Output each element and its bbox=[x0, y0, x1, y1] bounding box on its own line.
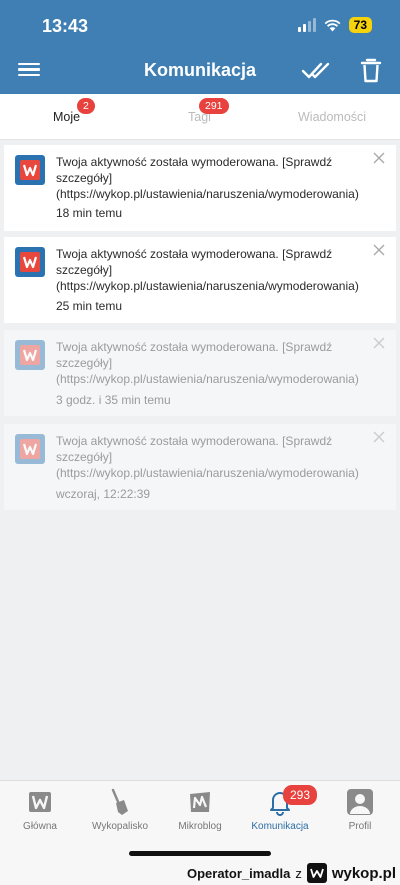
close-icon[interactable] bbox=[372, 336, 386, 350]
watermark-separator: z bbox=[295, 865, 302, 881]
nav-glowna[interactable]: Główna bbox=[0, 787, 80, 832]
notification-item[interactable]: Twoja aktywność została wymoderowana. [S… bbox=[4, 330, 396, 416]
page-title: Komunikacja bbox=[143, 60, 257, 80]
close-icon[interactable] bbox=[372, 243, 386, 257]
nav-label: Profil bbox=[348, 821, 372, 832]
trash-icon[interactable] bbox=[358, 56, 384, 84]
wykop-logo-icon bbox=[29, 792, 51, 812]
notification-item[interactable]: Twoja aktywność została wymoderowana. [S… bbox=[4, 424, 396, 510]
notification-item[interactable]: Twoja aktywność została wymoderowana. [S… bbox=[4, 237, 396, 323]
wykop-logo-icon bbox=[15, 155, 45, 185]
top-bar: 13:43 73 Komunikacja bbox=[0, 0, 400, 94]
home-indicator bbox=[129, 851, 271, 856]
close-icon[interactable] bbox=[372, 430, 386, 444]
tab-moje-badge: 2 bbox=[77, 98, 95, 114]
wifi-icon bbox=[324, 19, 341, 31]
signal-icon bbox=[297, 18, 316, 32]
battery-indicator: 73 bbox=[348, 17, 372, 33]
wykop-logo-icon bbox=[306, 863, 327, 883]
notification-time: wczoraj, 12:22:39 bbox=[56, 487, 151, 501]
profile-icon bbox=[347, 789, 373, 815]
wykop-logo-icon bbox=[15, 247, 45, 277]
notification-time: 3 godz. i 35 min temu bbox=[56, 393, 171, 407]
status-time: 13:43 bbox=[42, 16, 89, 36]
wykop-logo-icon bbox=[15, 434, 45, 464]
nav-komunikacja-badge: 293 bbox=[283, 785, 318, 805]
watermark: Operator_imadla z wykop.pl bbox=[187, 863, 396, 883]
wykop-logo-icon bbox=[15, 340, 45, 370]
watermark-brand: wykop.pl bbox=[331, 864, 396, 882]
notification-text: Twoja aktywność została wymoderowana. [S… bbox=[56, 247, 359, 293]
notification-text: Twoja aktywność została wymoderowana. [S… bbox=[56, 155, 359, 201]
notification-text: Twoja aktywność została wymoderowana. [S… bbox=[56, 340, 359, 386]
notification-time: 18 min temu bbox=[56, 206, 123, 220]
status-icons: 73 bbox=[297, 17, 372, 33]
notification-text: Twoja aktywność została wymoderowana. [S… bbox=[56, 434, 359, 480]
nav-wykopalisko[interactable]: Wykopalisko bbox=[80, 787, 160, 832]
nav-label: Komunikacja bbox=[251, 821, 309, 832]
tab-label: Moje bbox=[53, 110, 81, 124]
tab-moje[interactable]: Moje bbox=[53, 110, 80, 124]
nav-label: Główna bbox=[23, 821, 57, 832]
tab-label: Wiadomości bbox=[298, 110, 367, 124]
close-icon[interactable] bbox=[372, 151, 386, 165]
notification-item[interactable]: Twoja aktywność została wymoderowana. [S… bbox=[4, 145, 396, 231]
nav-label: Wykopalisko bbox=[91, 821, 149, 832]
watermark-user: Operator_imadla bbox=[186, 865, 291, 881]
tab-wiadomosci[interactable]: Wiadomości bbox=[298, 110, 366, 124]
mark-all-read-icon[interactable] bbox=[300, 58, 332, 82]
tab-tagi-badge: 291 bbox=[199, 98, 229, 114]
nav-label: Mikroblog bbox=[178, 821, 222, 832]
nav-mikroblog[interactable]: Mikroblog bbox=[160, 787, 240, 832]
mikroblog-icon bbox=[190, 792, 210, 812]
shovel-icon bbox=[111, 788, 128, 815]
tab-bar: Moje 2 Tagi 291 Wiadomości bbox=[0, 94, 400, 140]
notification-time: 25 min temu bbox=[56, 299, 123, 313]
nav-profil[interactable]: Profil bbox=[320, 787, 400, 832]
